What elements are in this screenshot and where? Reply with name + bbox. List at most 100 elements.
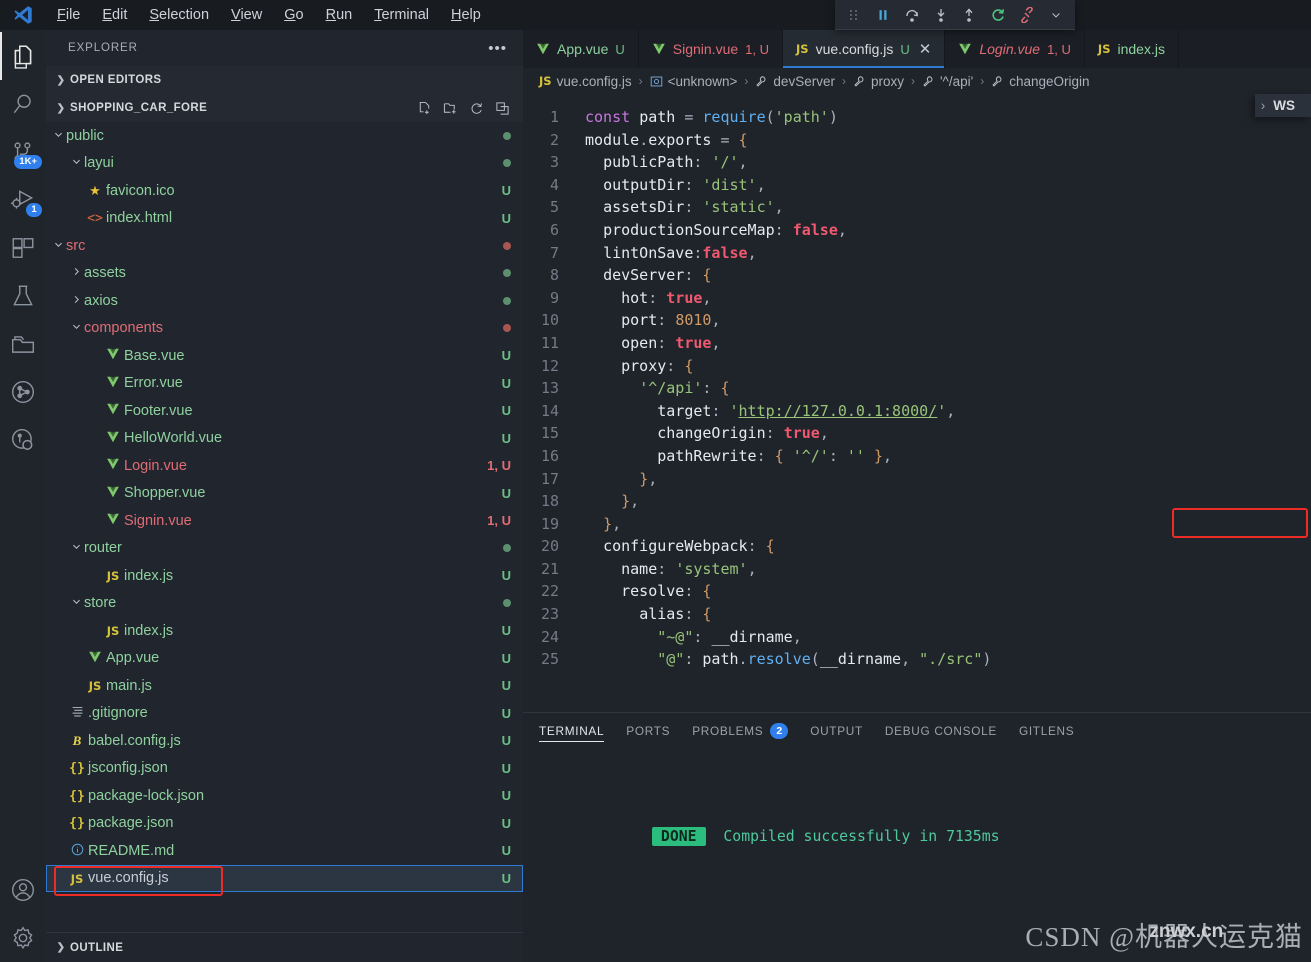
activity-git-graph[interactable] (0, 368, 46, 416)
code-line[interactable]: 17 }, (523, 468, 1311, 491)
tree-item-src[interactable]: src (46, 232, 523, 260)
breadcrumb-item-changeorigin[interactable]: changeOrigin (989, 73, 1091, 90)
code-line[interactable]: 21 name: 'system', (523, 558, 1311, 581)
activity-settings[interactable] (0, 914, 46, 962)
code-editor[interactable]: 1 const path = require('path') 2 module.exp… (523, 94, 1311, 712)
code-line[interactable]: 24 "~@": __dirname, (523, 626, 1311, 649)
breadcrumb-item-proxy[interactable]: proxy (851, 73, 906, 90)
breadcrumb-item-unknown[interactable]: <unknown> (648, 73, 740, 90)
code-line[interactable]: 5 assetsDir: 'static', (523, 196, 1311, 219)
panel-tab-gitlens[interactable]: GITLENS (1019, 713, 1074, 748)
code-line[interactable]: 7 lintOnSave:false, (523, 242, 1311, 265)
breadcrumb[interactable]: JS vue.config.js › <unknown> › devServer › prox… (523, 68, 1311, 117)
code-line[interactable]: 11 open: true, (523, 332, 1311, 355)
pause-icon[interactable] (870, 3, 896, 27)
restart-icon[interactable] (985, 3, 1011, 27)
menu-view[interactable]: View (220, 4, 273, 26)
tree-item-store[interactable]: store (46, 590, 523, 618)
tree-item-index-js[interactable]: JS index.js U (46, 562, 523, 590)
code-line[interactable]: 10 port: 8010, (523, 309, 1311, 332)
editor-tab-app-vue[interactable]: App.vue U (523, 30, 639, 68)
tree-item-favicon-ico[interactable]: ★ favicon.ico U (46, 177, 523, 205)
section-outline[interactable]: ❯ OUTLINE (46, 932, 523, 962)
tree-item-shopper-vue[interactable]: Shopper.vue U (46, 480, 523, 508)
refresh-icon[interactable] (465, 97, 487, 119)
tree-item-package-json[interactable]: {} package.json U (46, 810, 523, 838)
tree-item-package-lock-json[interactable]: {} package-lock.json U (46, 782, 523, 810)
activity-extensions[interactable] (0, 224, 46, 272)
tree-item-base-vue[interactable]: Base.vue U (46, 342, 523, 370)
section-project-root[interactable]: ❯ SHOPPING_CAR_FORE (46, 94, 523, 122)
drag-handle-icon[interactable] (841, 3, 867, 27)
tree-item-router[interactable]: router (46, 535, 523, 563)
tree-item-layui[interactable]: layui (46, 150, 523, 178)
code-line[interactable]: 8 devServer: { (523, 264, 1311, 287)
panel-tab-terminal[interactable]: TERMINAL (539, 713, 605, 748)
activity-run-debug[interactable]: 1 (0, 176, 46, 224)
tree-item-jsconfig-json[interactable]: {} jsconfig.json U (46, 755, 523, 783)
menu-terminal[interactable]: Terminal (363, 4, 440, 26)
menu-run[interactable]: Run (315, 4, 364, 26)
new-folder-icon[interactable] (439, 97, 461, 119)
collapse-all-icon[interactable] (491, 97, 513, 119)
editor-tabs[interactable]: App.vue U Signin.vue 1, U JS vue.config.js U ✕ L… (523, 30, 1311, 68)
code-line[interactable]: 9 hot: true, (523, 287, 1311, 310)
panel-tab-ports[interactable]: PORTS (626, 713, 670, 748)
activity-explorer[interactable] (0, 32, 46, 80)
step-over-icon[interactable] (899, 3, 925, 27)
code-line[interactable]: 18 }, (523, 490, 1311, 513)
file-tree[interactable]: public layui ★ favicon.ico U <> index.html Usrc… (46, 122, 523, 932)
code-line[interactable]: 22 resolve: { (523, 580, 1311, 603)
breadcrumb-item-vue-config-js[interactable]: JS vue.config.js (537, 73, 634, 90)
editor-tab-login-vue[interactable]: Login.vue 1, U (945, 30, 1085, 68)
activity-source-control[interactable]: 1K+ (0, 128, 46, 176)
code-line[interactable]: 3 publicPath: '/', (523, 151, 1311, 174)
ws-breadcrumb[interactable]: › WS (1254, 94, 1311, 117)
code-line[interactable]: 12 proxy: { (523, 355, 1311, 378)
editor-tab-index-js[interactable]: JS index.js (1084, 30, 1179, 68)
code-line[interactable]: 19 }, (523, 513, 1311, 536)
debug-toolbar[interactable] (835, 0, 1075, 30)
tree-item-signin-vue[interactable]: Signin.vue 1, U (46, 507, 523, 535)
disconnect-icon[interactable] (1014, 3, 1040, 27)
panel-tab-output[interactable]: OUTPUT (810, 713, 863, 748)
tree-item-index-html[interactable]: <> index.html U (46, 205, 523, 233)
panel-tab-problems[interactable]: PROBLEMS 2 (692, 713, 789, 748)
panel-tab-debug-console[interactable]: DEBUG CONSOLE (885, 713, 997, 748)
tree-item-babel-config-js[interactable]: Bbabel.config.js U (46, 727, 523, 755)
tree-item-public[interactable]: public (46, 122, 523, 150)
chevron-down-icon[interactable] (1043, 3, 1069, 27)
code-line[interactable]: 6 productionSourceMap: false, (523, 219, 1311, 242)
tree-item-login-vue[interactable]: Login.vue 1, U (46, 452, 523, 480)
code-line[interactable]: 13 '^/api': { (523, 377, 1311, 400)
section-open-editors[interactable]: ❯ OPEN EDITORS (46, 66, 523, 94)
tree-item-assets[interactable]: assets (46, 260, 523, 288)
activity-testing[interactable] (0, 272, 46, 320)
tree-item-readme-md[interactable]: README.md U (46, 837, 523, 865)
activity-accounts[interactable] (0, 866, 46, 914)
code-line[interactable]: 14 target: 'http://127.0.0.1:8000/', (523, 400, 1311, 423)
step-out-icon[interactable] (957, 3, 983, 27)
activity-search[interactable] (0, 80, 46, 128)
menu-selection[interactable]: Selection (138, 4, 220, 26)
breadcrumb-item-api[interactable]: '^/api' (920, 73, 975, 90)
activity-gitlens-inspect[interactable] (0, 416, 46, 464)
tree-item-helloworld-vue[interactable]: HelloWorld.vue U (46, 425, 523, 453)
menu-help[interactable]: Help (440, 4, 492, 26)
code-line[interactable]: 20 configureWebpack: { (523, 535, 1311, 558)
code-line[interactable]: 15 changeOrigin: true, (523, 422, 1311, 445)
sidebar-more-actions-icon[interactable]: ••• (482, 40, 513, 57)
tree-item-index-js[interactable]: JS index.js U (46, 617, 523, 645)
tree-item-axios[interactable]: axios (46, 287, 523, 315)
breadcrumb-item-devserver[interactable]: devServer (753, 73, 837, 90)
close-icon[interactable]: ✕ (919, 40, 932, 58)
new-file-icon[interactable] (413, 97, 435, 119)
code-line[interactable]: 2 module.exports = { (523, 129, 1311, 152)
step-into-icon[interactable] (928, 3, 954, 27)
tree-item-components[interactable]: components (46, 315, 523, 343)
menu-edit[interactable]: Edit (91, 4, 138, 26)
tree-item-gitignore[interactable]: .gitignore U (46, 700, 523, 728)
terminal-output[interactable]: DONE Compiled successfully in 7135ms App… (523, 748, 1311, 962)
tree-item-error-vue[interactable]: Error.vue U (46, 370, 523, 398)
code-line[interactable]: 25 "@": path.resolve(__dirname, "./src") (523, 648, 1311, 671)
